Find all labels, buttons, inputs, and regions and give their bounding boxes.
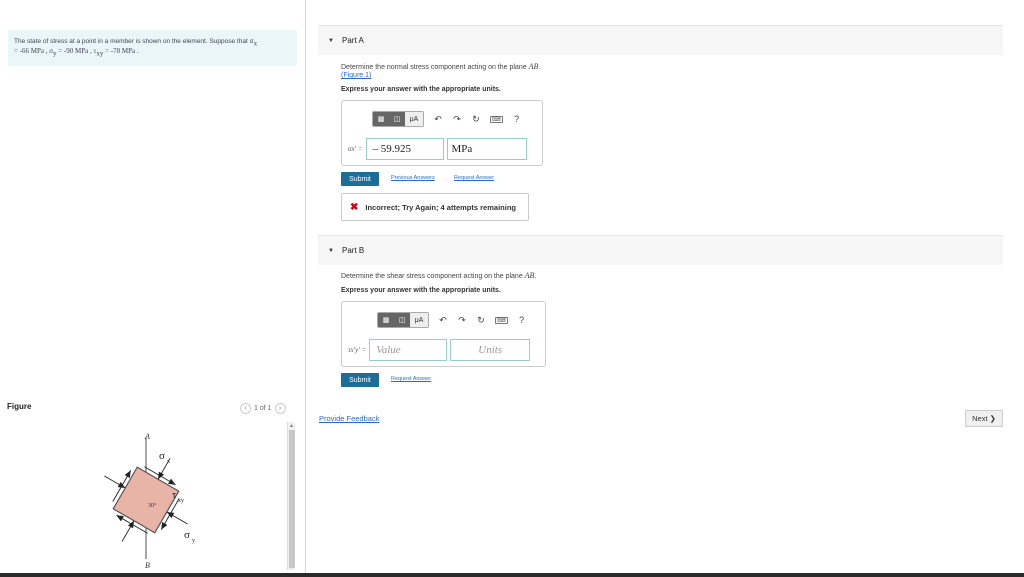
part-b-question-end: . bbox=[534, 273, 537, 280]
units-button[interactable]: μA bbox=[410, 313, 428, 327]
chevron-right-icon[interactable]: › bbox=[274, 403, 286, 414]
figure-link[interactable]: (Figure 1) bbox=[341, 72, 371, 79]
part-a-question-end: . bbox=[538, 64, 541, 71]
template-button-group: ▩ ◫ μA bbox=[372, 111, 424, 127]
problem-statement: The state of stress at a point in a memb… bbox=[8, 30, 297, 66]
app-root: The state of stress at a point in a memb… bbox=[0, 0, 1024, 577]
templates-icon[interactable]: ▩ bbox=[378, 313, 394, 327]
part-a-express: Express your answer with the appropriate… bbox=[341, 86, 501, 93]
scroll-up-icon[interactable]: ▲ bbox=[289, 423, 294, 429]
keyboard-icon[interactable]: ⌨ bbox=[495, 316, 508, 324]
template-button-group: ▩ ◫ μA bbox=[377, 312, 429, 328]
part-b-toolbar: ▩ ◫ μA ↶ ↷ ↻ ⌨ ? bbox=[377, 310, 527, 330]
stress-element bbox=[112, 466, 180, 534]
part-a-answer-box: ▩ ◫ μA ↶ ↷ ↻ ⌨ ? σx' = – 59.925 MPa bbox=[341, 100, 543, 166]
templates-icon[interactable]: ▩ bbox=[373, 112, 389, 126]
part-b-question-plane: AB bbox=[524, 271, 535, 280]
part-b-question: Determine the shear stress component act… bbox=[341, 271, 536, 280]
part-b-units-input[interactable]: Units bbox=[450, 339, 531, 361]
part-b-value-input[interactable]: Value bbox=[369, 339, 448, 361]
label-sigma-x-sub: x bbox=[167, 459, 170, 465]
part-a-header[interactable]: ▼ Part A bbox=[318, 25, 1003, 55]
part-a-submit-button[interactable]: Submit bbox=[341, 172, 379, 186]
figure-label: Figure bbox=[7, 402, 32, 411]
next-label: Next bbox=[972, 414, 988, 423]
label-angle: 30° bbox=[148, 502, 157, 509]
undo-icon[interactable]: ↶ bbox=[438, 315, 448, 326]
redo-icon[interactable]: ↷ bbox=[452, 114, 462, 125]
next-button[interactable]: Next ❯ bbox=[965, 410, 1003, 427]
reset-icon[interactable]: ↻ bbox=[471, 114, 481, 125]
provide-feedback-link[interactable]: Provide Feedback bbox=[319, 414, 379, 423]
undo-icon[interactable]: ↶ bbox=[433, 114, 443, 125]
label-tau-xy-sub: xy bbox=[178, 498, 184, 504]
chevron-left-icon[interactable]: ‹ bbox=[240, 403, 251, 414]
collapse-triangle-icon[interactable]: ▼ bbox=[328, 248, 334, 254]
problem-sigma-y-value: = -90 MPa , τ bbox=[56, 47, 97, 56]
reset-icon[interactable]: ↻ bbox=[476, 315, 486, 326]
part-a-feedback: ✖ Incorrect; Try Again; 4 attempts remai… bbox=[341, 193, 529, 221]
label-tau-xy: τ bbox=[172, 489, 177, 501]
part-b-question-text: Determine the shear stress component act… bbox=[341, 273, 525, 280]
label-sigma-y-sub: y bbox=[192, 538, 195, 544]
part-a-eq-row: σx' = – 59.925 MPa bbox=[348, 138, 527, 160]
feedback-text: Incorrect; Try Again; 4 attempts remaini… bbox=[365, 202, 516, 212]
part-a-question-plane: AB bbox=[528, 62, 539, 71]
chevron-right-icon: ❯ bbox=[989, 414, 996, 423]
fraction-template-icon[interactable]: ◫ bbox=[394, 313, 410, 327]
part-a-request-answer-link[interactable]: Request Answer bbox=[454, 175, 494, 181]
label-sigma-y: σ bbox=[184, 529, 190, 541]
part-b-eq-row: τx'y' = Value Units bbox=[348, 339, 531, 361]
problem-intro: The state of stress at a point in a memb… bbox=[14, 38, 254, 45]
sigma-x-prime-label: σx' = bbox=[348, 145, 363, 153]
part-b-request-answer-link[interactable]: Request Answer bbox=[391, 376, 431, 382]
part-a-toolbar: ▩ ◫ μA ↶ ↷ ↻ ⌨ ? bbox=[372, 109, 522, 129]
part-a-question-text: Determine the normal stress component ac… bbox=[341, 64, 529, 71]
tau-xy-prime-label: τx'y' = bbox=[348, 346, 367, 354]
error-x-icon: ✖ bbox=[350, 201, 359, 213]
part-b-express: Express your answer with the appropriate… bbox=[341, 287, 501, 294]
part-a-value-input[interactable]: – 59.925 bbox=[365, 138, 444, 160]
column-divider bbox=[305, 0, 306, 577]
previous-answers-link[interactable]: Previous Answers bbox=[391, 175, 435, 181]
label-b: B bbox=[145, 561, 150, 570]
part-a-units-input[interactable]: MPa bbox=[446, 138, 527, 160]
bottom-bar bbox=[0, 573, 1024, 577]
label-sigma-x: σ bbox=[159, 450, 165, 462]
label-a: A bbox=[144, 432, 150, 441]
fraction-template-icon[interactable]: ◫ bbox=[389, 112, 405, 126]
part-b-header[interactable]: ▼ Part B bbox=[318, 235, 1003, 265]
part-b-submit-button[interactable]: Submit bbox=[341, 373, 379, 387]
units-button[interactable]: μA bbox=[405, 112, 423, 126]
sub-x: x bbox=[253, 39, 258, 48]
figure-pager: ‹ 1 of 1 › bbox=[240, 403, 286, 414]
problem-sigma-x-value: = -66 MPa , σ bbox=[14, 47, 54, 56]
figure-scrollbar[interactable]: ▲ bbox=[287, 422, 295, 570]
stress-element-figure: A B σ x τ xy σ y 30° bbox=[104, 432, 195, 570]
scrollbar-thumb[interactable] bbox=[289, 430, 295, 568]
help-icon[interactable]: ? bbox=[512, 114, 522, 124]
part-b-title: Part B bbox=[342, 246, 365, 255]
redo-icon[interactable]: ↷ bbox=[457, 315, 467, 326]
problem-tau-value: = -78 MPa . bbox=[103, 47, 139, 56]
part-a-title: Part A bbox=[342, 36, 364, 45]
part-a-question: Determine the normal stress component ac… bbox=[341, 62, 540, 71]
part-b-answer-box: ▩ ◫ μA ↶ ↷ ↻ ⌨ ? τx'y' = Value Units bbox=[341, 301, 546, 367]
keyboard-icon[interactable]: ⌨ bbox=[490, 115, 503, 123]
help-icon[interactable]: ? bbox=[517, 315, 527, 325]
figure-page-count: 1 of 1 bbox=[254, 405, 272, 412]
collapse-triangle-icon[interactable]: ▼ bbox=[328, 38, 334, 44]
